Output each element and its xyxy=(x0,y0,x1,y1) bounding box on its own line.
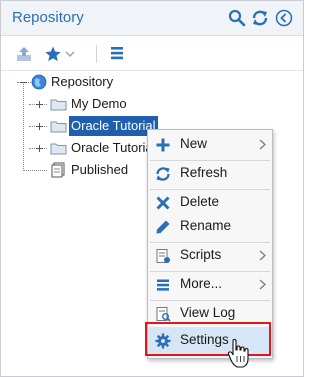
folder-icon xyxy=(50,99,67,111)
menu-separator xyxy=(150,300,270,301)
refresh-icon xyxy=(156,167,170,181)
upload-icon[interactable] xyxy=(15,45,33,63)
scripts-icon xyxy=(156,249,170,263)
panel-header: Repository xyxy=(1,1,303,36)
menu-item-label: Refresh xyxy=(180,165,228,180)
pencil-icon xyxy=(156,220,170,234)
menu-item-label: View Log xyxy=(180,305,236,320)
tree-node-label: My Demo xyxy=(71,96,127,111)
menu-separator xyxy=(150,271,270,272)
tree-node-label: Repository xyxy=(51,74,114,89)
tree-node-label: Oracle Tutorial xyxy=(71,140,156,155)
menu-separator xyxy=(150,189,270,190)
repository-toolbar xyxy=(1,36,303,71)
expand-plus-icon[interactable] xyxy=(35,144,44,153)
collapse-left-icon[interactable] xyxy=(275,9,293,27)
search-icon[interactable] xyxy=(228,9,246,27)
view-log-icon xyxy=(156,307,171,322)
menu-item-label: Delete xyxy=(180,194,220,209)
favorite-star-icon[interactable] xyxy=(44,45,62,63)
refresh-icon[interactable] xyxy=(251,9,269,27)
panel-title: Repository xyxy=(12,9,84,26)
expand-plus-icon[interactable] xyxy=(35,122,44,131)
plus-icon xyxy=(156,138,170,152)
tree-node-label: Oracle Tutorial xyxy=(69,116,158,136)
submenu-chevron-icon xyxy=(259,139,266,150)
repository-panel: Repository Repository My Demo Oracle Tut… xyxy=(0,0,304,377)
menu-item-new[interactable]: New xyxy=(148,133,272,157)
menu-item-scripts[interactable]: Scripts xyxy=(148,244,272,268)
hand-cursor-icon xyxy=(227,339,249,368)
menu-item-label: More... xyxy=(180,276,223,291)
settings-highlight-box xyxy=(145,322,271,356)
submenu-chevron-icon xyxy=(259,250,266,261)
menu-icon[interactable] xyxy=(109,45,125,61)
menu-item-delete[interactable]: Delete xyxy=(148,191,272,215)
delete-x-icon xyxy=(156,196,170,210)
menu-item-label: Rename xyxy=(180,218,232,233)
folder-icon xyxy=(50,121,67,133)
published-icon xyxy=(51,162,65,178)
list-icon xyxy=(157,279,169,291)
menu-item-more[interactable]: More... xyxy=(148,273,272,297)
menu-item-rename[interactable]: Rename xyxy=(148,215,272,239)
submenu-chevron-icon xyxy=(259,279,266,290)
chevron-down-icon[interactable] xyxy=(65,50,75,58)
folder-icon xyxy=(50,143,67,155)
tree-node-root[interactable]: Repository xyxy=(1,72,201,92)
menu-item-refresh[interactable]: Refresh xyxy=(148,162,272,186)
repository-globe-icon xyxy=(31,74,47,90)
tree-node-label: Published xyxy=(71,162,129,177)
menu-separator xyxy=(150,160,270,161)
menu-item-label: Scripts xyxy=(180,247,222,262)
menu-item-label: New xyxy=(180,136,208,151)
collapse-minus-icon[interactable] xyxy=(19,78,28,87)
toolbar-separator xyxy=(96,45,97,63)
tree-node-folder[interactable]: My Demo xyxy=(1,94,201,114)
menu-separator xyxy=(150,242,270,243)
expand-plus-icon[interactable] xyxy=(35,100,44,109)
